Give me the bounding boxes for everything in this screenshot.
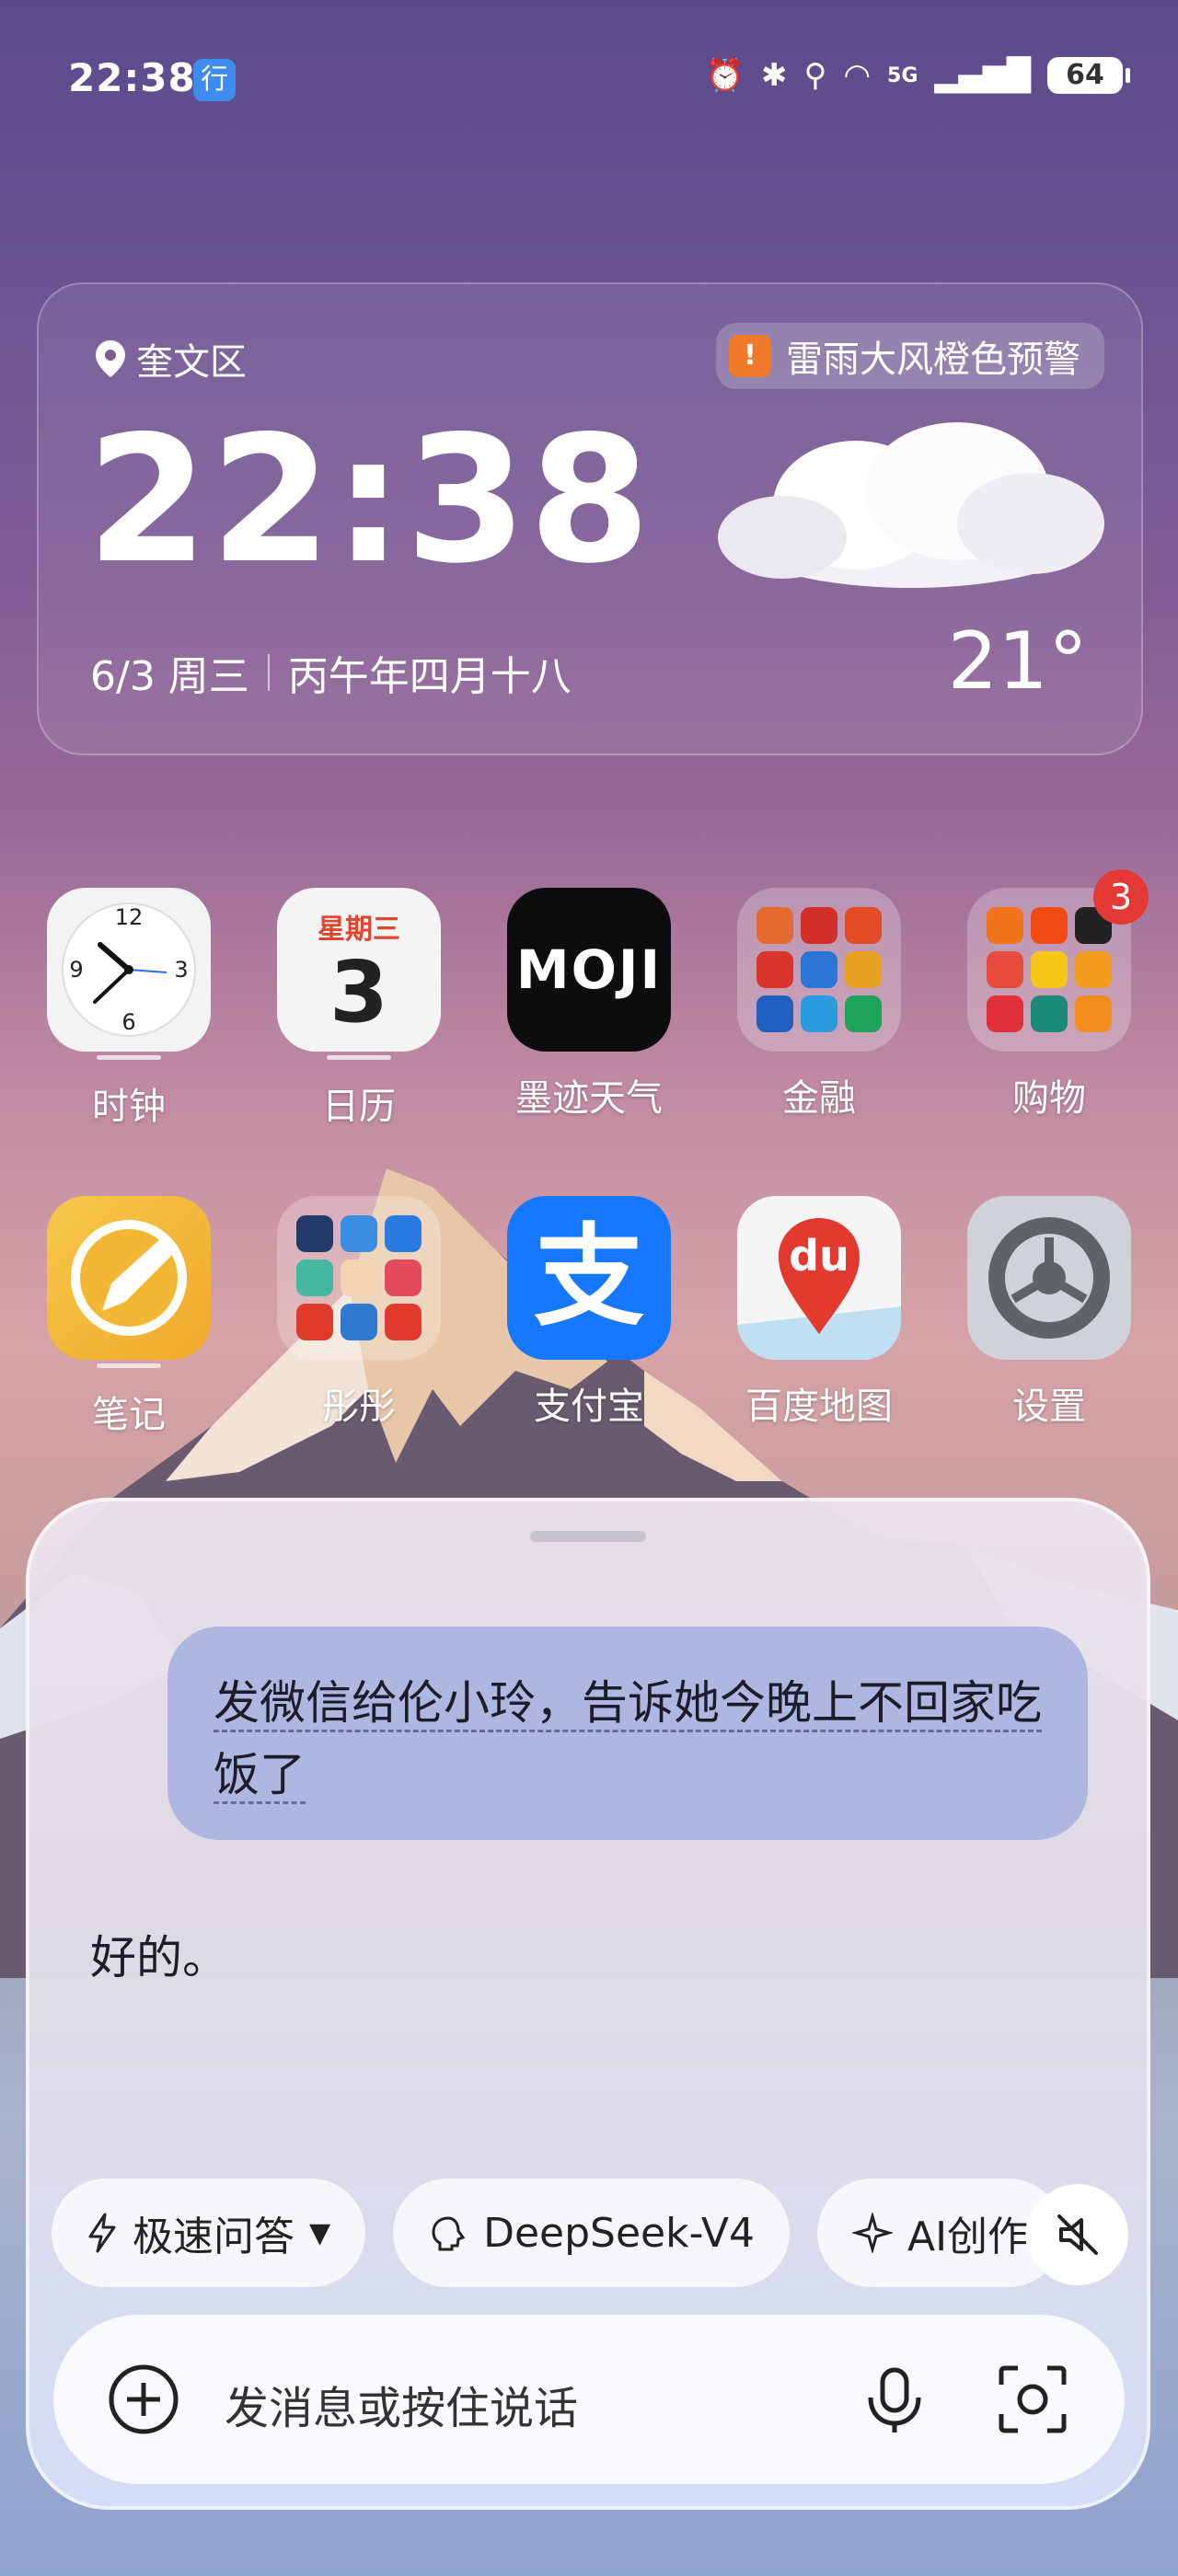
- message-input-placeholder[interactable]: 发消息或按住说话: [225, 2372, 578, 2436]
- date-row: 6/3 周三 丙午年四月十八: [90, 643, 572, 702]
- temperature: 21°: [947, 615, 1088, 707]
- calendar-icon: 星期三 3: [277, 888, 441, 1052]
- app-label: 墨迹天气: [515, 1077, 663, 1120]
- screen-scan-icon[interactable]: [996, 2363, 1069, 2436]
- cloud-icon: [718, 422, 1104, 588]
- svg-text:9: 9: [69, 957, 83, 983]
- app-alipay[interactable]: 支 支付宝: [497, 1196, 681, 1430]
- drag-handle[interactable]: [530, 1531, 646, 1542]
- ai-create-chip[interactable]: AI创作: [816, 2179, 1064, 2287]
- tongtong-folder-icon: [277, 1196, 441, 1360]
- weather-clock-widget[interactable]: 奎文区 ! 雷雨大风橙色预警 22:38 6/3 周三 丙午年四月十八 21°: [37, 282, 1143, 755]
- app-baidu-map[interactable]: du 百度地图: [727, 1196, 911, 1430]
- app-label: 百度地图: [745, 1386, 893, 1428]
- brain-icon: [432, 2216, 466, 2251]
- app-label: 日历: [322, 1086, 396, 1128]
- signal-icon: ▂▄▆█: [934, 57, 1031, 94]
- lightning-icon: [88, 2213, 116, 2253]
- folder-tongtong[interactable]: 彤彤: [267, 1196, 451, 1430]
- alarm-icon: ⏰: [705, 57, 745, 94]
- network-label: 5G: [887, 63, 918, 87]
- date-divider: [267, 654, 270, 691]
- app-label: 设置: [1012, 1386, 1086, 1428]
- app-indicator: [327, 1055, 391, 1060]
- folder-shopping[interactable]: 3 购物: [957, 869, 1149, 1121]
- mode-chips: 极速问答 ▼ DeepSeek-V4 AI创作: [52, 2179, 1064, 2287]
- location-pin-icon: [96, 340, 125, 377]
- wifi-icon: ◠: [843, 57, 872, 94]
- user-message-text: 发微信给伦小玲，告诉她今晚上不回家吃饭了: [214, 1676, 1042, 1804]
- alipay-icon: 支: [507, 1196, 671, 1360]
- moji-logo: MOJI: [515, 938, 663, 1001]
- user-message-bubble: 发微信给伦小玲，告诉她今晚上不回家吃饭了: [167, 1627, 1088, 1840]
- calendar-weekday: 星期三: [318, 914, 400, 946]
- chip-label: DeepSeek-V4: [483, 2209, 755, 2257]
- assistant-reply: 好的。: [90, 1931, 228, 1984]
- app-calendar[interactable]: 星期三 3 日历: [267, 888, 451, 1130]
- app-label: 彤彤: [322, 1386, 396, 1428]
- settings-gear-icon: [967, 1196, 1131, 1360]
- widget-clock-time: 22:38: [87, 398, 653, 602]
- solar-date: 6/3 周三: [90, 653, 249, 700]
- app-label: 时钟: [92, 1086, 166, 1128]
- warning-icon: !: [729, 335, 771, 377]
- moji-icon: MOJI: [507, 888, 671, 1052]
- alipay-glyph: 支: [534, 1213, 644, 1341]
- status-time: 22:38: [68, 55, 196, 100]
- app-label: 金融: [782, 1077, 856, 1120]
- weather-alert[interactable]: ! 雷雨大风橙色预警: [716, 323, 1104, 389]
- app-notes[interactable]: 笔记: [37, 1196, 221, 1438]
- app-indicator: [97, 1363, 161, 1368]
- svg-text:6: 6: [121, 1009, 135, 1035]
- finance-folder-icon: [737, 888, 901, 1052]
- app-indicator: [97, 1055, 161, 1060]
- travel-badge-icon: 行: [193, 59, 236, 101]
- app-label: 支付宝: [534, 1386, 644, 1428]
- assistant-panel: 发微信给伦小玲，告诉她今晚上不回家吃饭了 好的。 极速问答 ▼ DeepSeek…: [26, 1498, 1150, 2510]
- lunar-date: 丙午年四月十八: [287, 653, 572, 700]
- notes-icon: [47, 1196, 211, 1360]
- chip-label: 极速问答: [133, 2214, 294, 2260]
- weather-alert-text: 雷雨大风橙色预警: [786, 339, 1080, 381]
- svg-text:12: 12: [115, 904, 144, 930]
- location-label: 奎文区: [136, 341, 247, 384]
- sparkle-icon: [851, 2213, 893, 2253]
- status-icons: ⏰ ✱ ⚲ ◠ 5G ▂▄▆█ 64: [705, 57, 1130, 94]
- app-label: 购物: [1012, 1077, 1086, 1120]
- app-moji-weather[interactable]: MOJI 墨迹天气: [497, 888, 681, 1121]
- bluetooth-icon: ✱: [760, 57, 788, 94]
- clock-icon: 12 3 6 9: [47, 888, 211, 1052]
- svg-text:3: 3: [174, 957, 188, 983]
- quick-answer-chip[interactable]: 极速问答 ▼: [52, 2179, 366, 2287]
- calendar-day: 3: [329, 943, 388, 1041]
- location-row: 奎文区: [94, 332, 247, 385]
- dropdown-caret-icon: ▼: [309, 2216, 331, 2249]
- status-bar: 22:38 行 ⏰ ✱ ⚲ ◠ 5G ▂▄▆█ 64: [0, 0, 1178, 156]
- baidu-map-icon: du: [737, 1196, 901, 1360]
- baidu-glyph: du: [789, 1231, 849, 1281]
- speaker-muted-icon: [1057, 2214, 1098, 2255]
- message-input-bar[interactable]: 发消息或按住说话: [53, 2315, 1125, 2484]
- mute-button[interactable]: [1027, 2184, 1128, 2285]
- battery-indicator: 64: [1047, 57, 1130, 94]
- app-clock[interactable]: 12 3 6 9 时钟: [37, 888, 221, 1130]
- location-icon: ⚲: [803, 57, 827, 94]
- folder-finance[interactable]: 金融: [727, 888, 911, 1121]
- app-label: 笔记: [92, 1394, 166, 1436]
- deepseek-chip[interactable]: DeepSeek-V4: [393, 2179, 790, 2287]
- add-icon[interactable]: [107, 2363, 180, 2436]
- notification-badge: 3: [1093, 869, 1149, 925]
- microphone-icon[interactable]: [858, 2363, 931, 2436]
- app-settings[interactable]: 设置: [957, 1196, 1141, 1430]
- chip-label: AI创作: [907, 2214, 1029, 2260]
